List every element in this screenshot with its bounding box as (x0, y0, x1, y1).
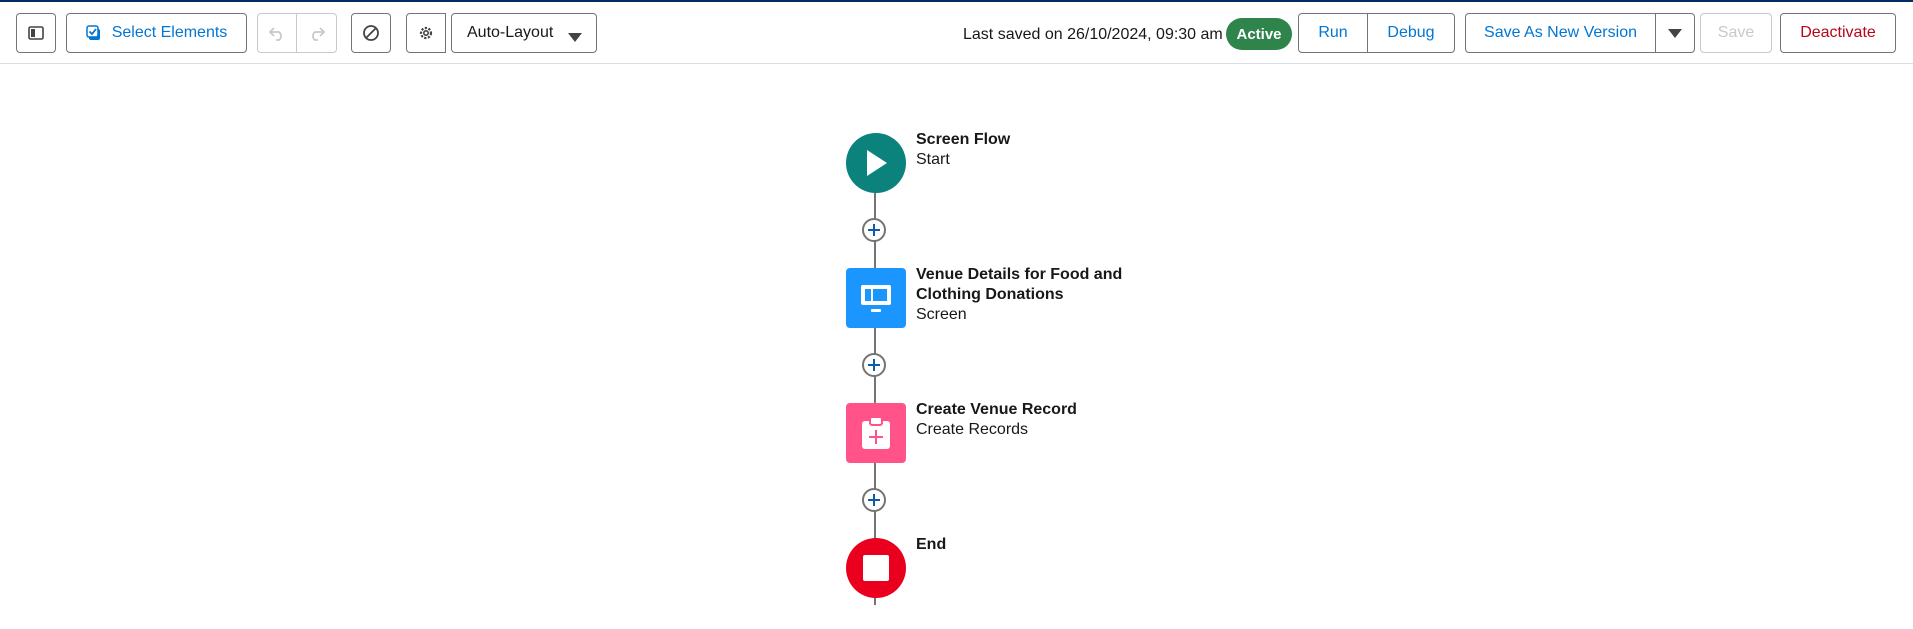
run-button[interactable]: Run (1298, 13, 1368, 53)
plus-icon (867, 223, 881, 237)
create-record-icon (860, 416, 892, 450)
screen-icon (859, 281, 893, 315)
toggle-panel-button[interactable] (16, 13, 56, 53)
save-label: Save (1717, 24, 1755, 41)
end-node-label: End (916, 535, 946, 555)
layout-mode-dropdown[interactable]: Auto-Layout (451, 13, 597, 53)
sidebar-toggle-icon (28, 26, 44, 40)
ban-icon (362, 24, 380, 42)
node-title: Screen Flow (916, 131, 1011, 148)
node-type: Start (916, 151, 950, 168)
node-type: Create Records (916, 421, 1029, 438)
last-saved-text: Last saved on 26/10/2024, 09:30 am (963, 26, 1223, 43)
disable-elements-button[interactable] (351, 13, 391, 53)
run-label: Run (1318, 24, 1348, 41)
create-records-node-label: Create Venue Record Create Records (916, 400, 1077, 440)
node-type: Screen (916, 306, 967, 323)
layout-mode-value: Auto-Layout (467, 24, 554, 41)
undo-button[interactable] (257, 13, 297, 53)
debug-button[interactable]: Debug (1367, 13, 1455, 53)
save-button[interactable]: Save (1700, 13, 1772, 53)
deactivate-button[interactable]: Deactivate (1780, 13, 1896, 53)
select-elements-label: Select Elements (111, 24, 228, 41)
stop-icon (863, 555, 889, 581)
node-title: End (916, 536, 947, 553)
start-node-label: Screen Flow Start (916, 130, 1010, 170)
chevron-down-icon (1668, 28, 1682, 38)
plus-icon (867, 493, 881, 507)
node-title: Venue Details for Food and Clothing Dona… (916, 266, 1123, 303)
settings-button[interactable] (406, 13, 446, 53)
chevron-down-icon (568, 33, 582, 42)
add-element-button[interactable] (862, 353, 886, 377)
save-as-new-version-button[interactable]: Save As New Version (1465, 13, 1656, 53)
screen-node-label: Venue Details for Food and Clothing Dona… (916, 265, 1156, 325)
undo-icon (268, 24, 286, 42)
screen-node[interactable] (846, 268, 906, 328)
debug-label: Debug (1387, 24, 1435, 41)
flow-canvas[interactable]: Screen Flow Start Venue Details for Food… (0, 65, 1913, 629)
play-icon (863, 148, 889, 178)
save-as-new-version-label: Save As New Version (1484, 24, 1637, 41)
checkbox-select-icon (85, 25, 102, 41)
builder-toolbar: Select Elements Auto-Layout Last saved o… (0, 2, 1913, 64)
node-title: Create Venue Record (916, 401, 1077, 418)
add-element-button[interactable] (862, 488, 886, 512)
deactivate-label: Deactivate (1800, 24, 1876, 41)
start-node[interactable] (846, 133, 906, 193)
select-elements-button[interactable]: Select Elements (66, 13, 247, 53)
plus-icon (867, 358, 881, 372)
create-records-node[interactable] (846, 403, 906, 463)
save-options-menu-button[interactable] (1655, 13, 1695, 53)
redo-icon (308, 24, 326, 42)
redo-button[interactable] (297, 13, 337, 53)
end-node[interactable] (846, 538, 906, 598)
status-badge: Active (1226, 18, 1292, 50)
gear-icon (417, 24, 435, 42)
add-element-button[interactable] (862, 218, 886, 242)
